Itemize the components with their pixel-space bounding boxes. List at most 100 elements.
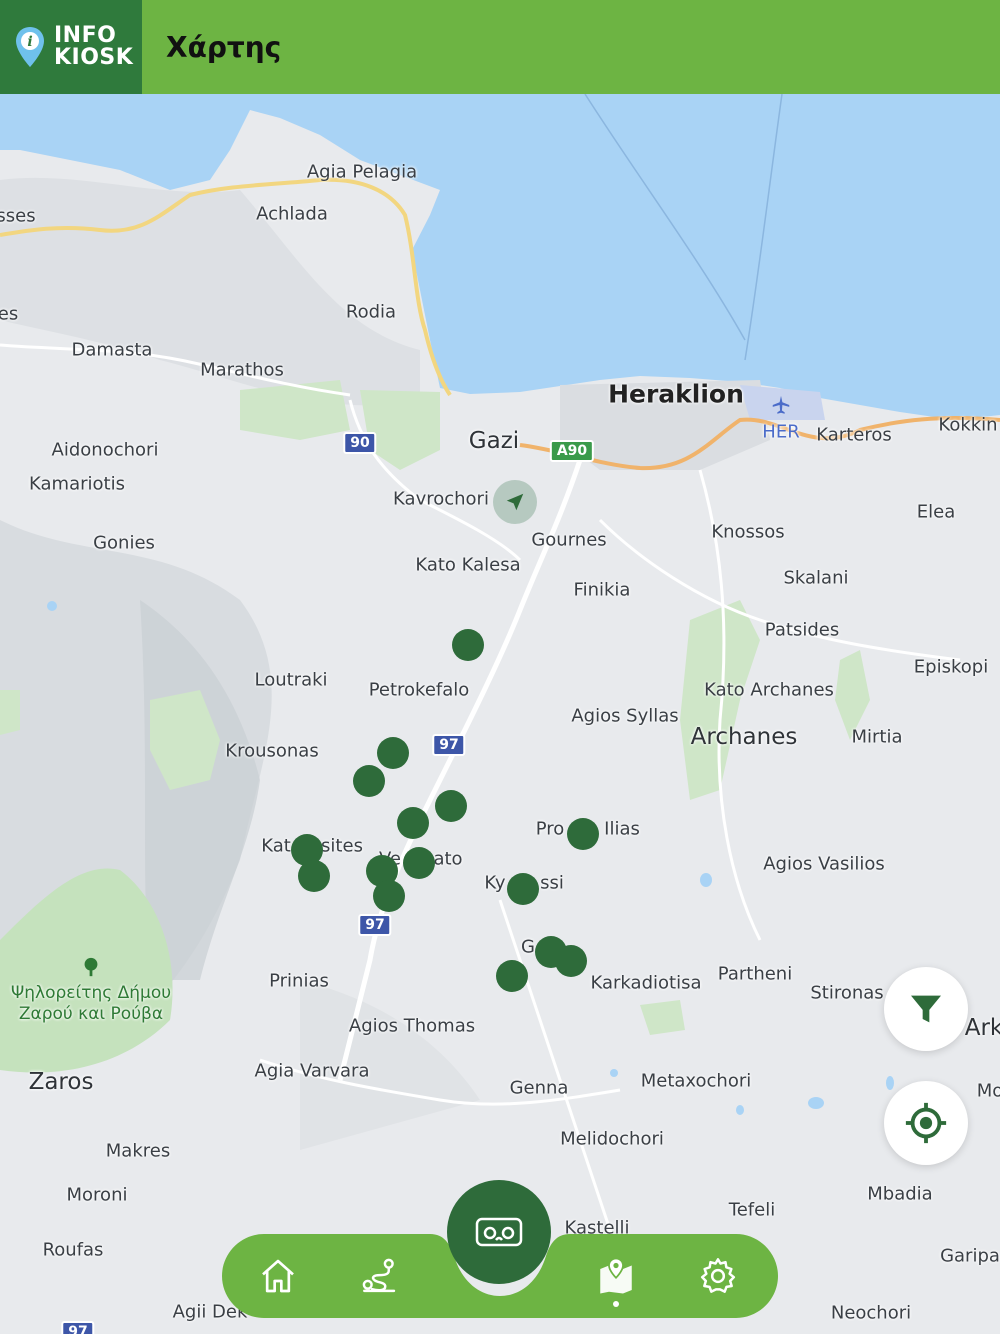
place-sses: sses [0, 205, 36, 227]
place-kavrochori: Kavrochori [393, 488, 489, 510]
road-shield-90: 90 [343, 432, 377, 454]
nav-settings-button[interactable] [696, 1254, 740, 1298]
place-prinias: Prinias [269, 970, 329, 992]
nav-home-button[interactable] [256, 1254, 300, 1298]
place-finikia: Finikia [573, 579, 631, 601]
place-ky-ssi-part1: Ky [484, 872, 506, 894]
place-heraklion: Heraklion [608, 379, 744, 409]
vr-view-button[interactable] [447, 1180, 551, 1284]
info-kiosk-logo[interactable]: i INFO KIOSK [0, 0, 142, 94]
place-neochori: Neochori [830, 1302, 912, 1324]
place-damasta: Damasta [71, 339, 153, 361]
place-roufas: Roufas [42, 1239, 104, 1261]
poi-marker[interactable] [373, 880, 405, 912]
place-kat-sites-part2: sites [321, 835, 363, 857]
place-skalani: Skalani [783, 567, 849, 589]
map-pin-info-icon: i [16, 27, 44, 67]
vr-headset-icon [475, 1217, 523, 1247]
filter-icon [911, 995, 941, 1023]
place-es: es [0, 303, 19, 325]
poi-marker[interactable] [435, 790, 467, 822]
place-archanes: Archanes [690, 724, 798, 750]
nav-map-button[interactable] [594, 1254, 638, 1298]
road-shield-a90: A90 [549, 440, 595, 462]
place-karteros: Karteros [816, 424, 892, 446]
poi-marker[interactable] [403, 847, 435, 879]
poi-marker[interactable] [507, 873, 539, 905]
place-gournes: Gournes [531, 529, 607, 551]
app-header: i INFO KIOSK Χάρτης [0, 0, 1000, 94]
road-shield-97-south: 97 [358, 914, 392, 936]
place-elea: Elea [916, 501, 956, 523]
poi-marker[interactable] [496, 960, 528, 992]
place-petrokefalo: Petrokefalo [368, 679, 470, 701]
place-mbadia: Mbadia [867, 1183, 933, 1205]
poi-marker[interactable] [298, 860, 330, 892]
route-icon [362, 1258, 396, 1293]
place-aidonochori: Aidonochori [51, 439, 159, 461]
road-shield-97-bottom: 97 [61, 1321, 95, 1334]
place-episkopi: Episkopi [913, 656, 989, 678]
place-agios-thomas: Agios Thomas [348, 1015, 476, 1037]
nav-routes-button[interactable] [358, 1254, 402, 1298]
place-makres: Makres [105, 1140, 171, 1162]
svg-text:i: i [27, 34, 32, 50]
place-karkadiotisa: Karkadiotisa [590, 972, 702, 994]
place-mirtia: Mirtia [851, 726, 903, 748]
gear-icon [700, 1258, 736, 1293]
place-krousonas: Krousonas [225, 740, 319, 762]
place-ky-ssi-part2: ssi [540, 872, 564, 894]
home-icon [262, 1259, 294, 1293]
navigation-arrow-icon [506, 493, 524, 511]
place-genna: Genna [509, 1077, 569, 1099]
place-agios-vasilios: Agios Vasilios [763, 853, 885, 875]
place-agios-syllas: Agios Syllas [571, 705, 679, 727]
map-pin-icon [600, 1257, 632, 1294]
place-her-airport: HER [762, 421, 800, 443]
airplane-icon [772, 395, 790, 414]
road-shield-97-north: 97 [432, 734, 466, 756]
logo-line-1: INFO [54, 23, 117, 48]
crosshair-icon [905, 1102, 947, 1144]
place-metaxochori: Metaxochori [640, 1070, 752, 1092]
place-kamariotis: Kamariotis [29, 473, 125, 495]
poi-marker[interactable] [567, 818, 599, 850]
poi-marker[interactable] [377, 737, 409, 769]
place-agia-pelagia: Agia Pelagia [306, 161, 418, 183]
place-prof-ilias-part1: Pro [535, 818, 565, 840]
place-loutraki: Loutraki [254, 669, 328, 691]
place-stironas: Stironas [810, 982, 884, 1004]
place-gazi: Gazi [468, 428, 520, 454]
place-garipa: Garipa [940, 1245, 1000, 1267]
poi-marker[interactable] [397, 807, 429, 839]
place-ark: Ark [964, 1015, 1000, 1041]
active-tab-indicator [613, 1301, 619, 1307]
poi-marker[interactable] [452, 629, 484, 661]
logo-line-2: KIOSK [54, 45, 134, 70]
place-patsides: Patsides [764, 619, 840, 641]
place-prof-ilias-part2: Ilias [604, 818, 640, 840]
place-ve-ato-part2: ato [433, 848, 463, 870]
map-view[interactable]: Agia Pelagia Achlada sses es Rodia Damas… [0, 94, 1000, 1334]
page-title: Χάρτης [166, 30, 282, 64]
place-tefeli: Tefeli [728, 1199, 776, 1221]
logo-text: INFO KIOSK [54, 25, 133, 69]
place-kat-sites-part1: Kat [261, 835, 291, 857]
current-location-marker [493, 480, 537, 524]
place-agia-varvara: Agia Varvara [254, 1060, 370, 1082]
place-rodia: Rodia [345, 301, 397, 323]
place-psiloreitis: Ψηλορείτης Δήμου Ζαρού και Ρούβα [10, 983, 172, 1024]
place-marathos: Marathos [200, 359, 284, 381]
place-gonies: Gonies [93, 532, 155, 554]
filter-button[interactable] [884, 967, 968, 1051]
place-kokkini: Kokkin [938, 414, 998, 436]
place-knossos: Knossos [711, 521, 785, 543]
place-kato-archanes: Kato Archanes [704, 679, 834, 701]
poi-marker[interactable] [353, 765, 385, 797]
place-achlada: Achlada [256, 203, 328, 225]
place-partheni: Partheni [717, 963, 793, 985]
poi-marker[interactable] [555, 945, 587, 977]
tree-icon [84, 957, 98, 977]
place-moroni: Moroni [66, 1184, 128, 1206]
locate-me-button[interactable] [884, 1081, 968, 1165]
